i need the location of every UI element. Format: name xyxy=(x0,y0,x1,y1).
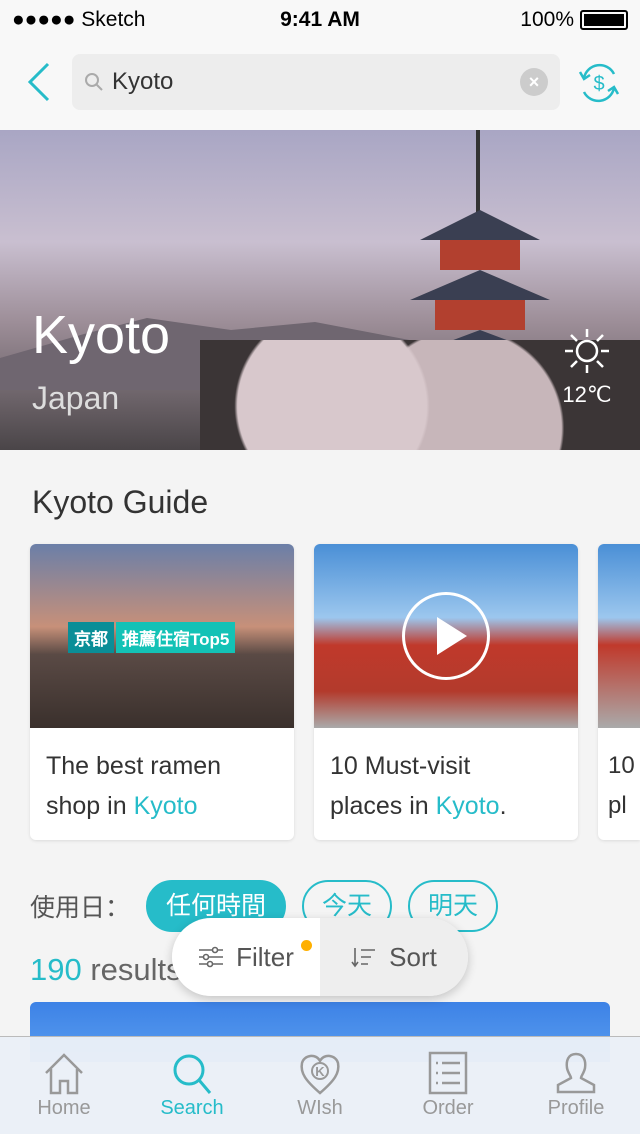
tab-order[interactable]: Order xyxy=(384,1037,512,1134)
tab-label: WIsh xyxy=(297,1097,343,1119)
nav-bar: × $ xyxy=(0,40,640,130)
currency-exchange-icon[interactable]: $ xyxy=(576,60,622,106)
play-icon[interactable] xyxy=(402,592,490,680)
guide-card[interactable]: 10 Must-visit places in Kyoto. xyxy=(314,544,578,840)
card-image xyxy=(314,544,578,728)
sort-icon xyxy=(351,948,376,968)
status-bar: ●●●●● Sketch 9:41 AM 100% xyxy=(0,0,640,40)
weather: 12℃ xyxy=(562,326,612,408)
sort-button[interactable]: Sort xyxy=(320,918,468,996)
date-label: 使用日： xyxy=(30,894,131,922)
order-list-icon xyxy=(428,1051,468,1095)
filter-button[interactable]: Filter xyxy=(172,918,320,996)
back-icon[interactable] xyxy=(24,60,54,104)
search-input[interactable] xyxy=(112,68,492,96)
heart-k-icon: K xyxy=(300,1054,340,1095)
tab-label: Order xyxy=(422,1097,474,1119)
card-image xyxy=(598,544,640,728)
guide-card[interactable]: 京都 推薦住宿Top5 The best ramen shop in Kyoto xyxy=(30,544,294,840)
svg-text:K: K xyxy=(315,1064,325,1079)
sun-icon xyxy=(565,329,609,373)
results-count: 190 results xyxy=(30,952,182,988)
tab-home[interactable]: Home xyxy=(0,1037,128,1134)
card-title-suffix: . xyxy=(499,792,507,820)
card-title-line1: The best ramen xyxy=(46,752,222,780)
battery-icon xyxy=(580,10,628,30)
country-name: Japan xyxy=(32,380,120,416)
card-highlight: Kyoto xyxy=(133,792,198,820)
tab-label: Home xyxy=(37,1097,91,1119)
filter-sort-bar: Filter Sort xyxy=(172,918,468,996)
tab-wish[interactable]: K WIsh xyxy=(256,1037,384,1134)
guide-carousel[interactable]: 京都 推薦住宿Top5 The best ramen shop in Kyoto … xyxy=(30,544,640,840)
svg-text:$: $ xyxy=(593,73,604,95)
tab-label: Profile xyxy=(547,1097,605,1119)
card-title-line2: pla xyxy=(608,792,627,840)
card-title-line2: places in xyxy=(330,792,436,820)
card-title-line2: shop in xyxy=(46,792,134,820)
temperature: 12℃ xyxy=(562,382,612,407)
city-hero: Kyoto Japan 12℃ xyxy=(0,130,640,450)
badge-text: 推薦住宿Top5 xyxy=(116,622,236,653)
tab-label: Search xyxy=(160,1097,224,1119)
filter-label: Filter xyxy=(236,941,294,972)
sort-label: Sort xyxy=(389,941,437,972)
card-title-line1: 10 Must-visit xyxy=(330,752,471,780)
filter-icon xyxy=(199,946,224,968)
guide-card-partial[interactable]: 10 pla xyxy=(598,544,640,840)
card-title-line1: 10 xyxy=(608,752,635,779)
clear-icon[interactable]: × xyxy=(520,68,548,96)
guide-title: Kyoto Guide xyxy=(32,484,209,520)
search-field[interactable]: × xyxy=(72,54,560,110)
city-name: Kyoto xyxy=(32,305,171,365)
card-highlight: Kyoto xyxy=(435,792,500,820)
tab-profile[interactable]: Profile xyxy=(512,1037,640,1134)
tab-bar: Home Search K WIsh Order Profile xyxy=(0,1036,640,1134)
results-number: 190 xyxy=(30,952,82,987)
profile-icon xyxy=(556,1052,596,1094)
battery-percent: 100% xyxy=(520,8,574,31)
filter-active-dot xyxy=(301,940,312,951)
home-icon xyxy=(45,1053,83,1095)
card-image: 京都 推薦住宿Top5 xyxy=(30,544,294,728)
tab-search[interactable]: Search xyxy=(128,1037,256,1134)
search-icon xyxy=(85,73,103,91)
badge-city: 京都 xyxy=(68,622,114,653)
results-label: results xyxy=(81,952,182,987)
search-icon xyxy=(173,1054,212,1094)
